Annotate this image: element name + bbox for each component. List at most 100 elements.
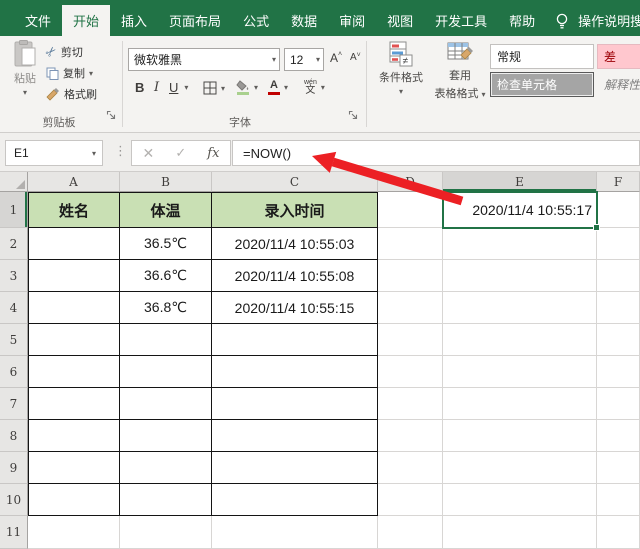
cell-D9[interactable] [378,452,443,484]
row-header-7[interactable]: 7 [0,388,28,420]
copy-button[interactable]: 复制 ▾ [46,65,93,81]
cell-E3[interactable] [443,260,597,292]
tab-开发工具[interactable]: 开发工具 [424,5,498,36]
cell-D5[interactable] [378,324,443,356]
cell-C7[interactable] [212,388,378,420]
column-header-A[interactable]: A [28,172,120,192]
cell-E2[interactable] [443,228,597,260]
font-name-combo[interactable]: 微软雅黑 ▾ [128,48,280,71]
cancel-icon[interactable]: ✕ [143,145,155,162]
cell-F5[interactable] [597,324,640,356]
enter-icon[interactable]: ✓ [175,145,186,161]
cell-E9[interactable] [443,452,597,484]
row-header-9[interactable]: 9 [0,452,28,484]
insert-function-icon[interactable]: fx [207,146,219,161]
cell-A8[interactable] [28,420,120,452]
cell-F6[interactable] [597,356,640,388]
row-header-5[interactable]: 5 [0,324,28,356]
cell-B8[interactable] [120,420,212,452]
cell-E11[interactable] [443,516,597,549]
cell-F11[interactable] [597,516,640,549]
cell-A2[interactable] [28,228,120,260]
cell-A6[interactable] [28,356,120,388]
cell-A7[interactable] [28,388,120,420]
cell-style-normal[interactable]: 常规 [490,44,594,69]
column-header-F[interactable]: F [597,172,640,192]
cell-B7[interactable] [120,388,212,420]
cell-E10[interactable] [443,484,597,516]
cell-F4[interactable] [597,292,640,324]
cell-E6[interactable] [443,356,597,388]
cell-C9[interactable] [212,452,378,484]
cell-B4[interactable]: 36.8℃ [120,292,212,324]
cell-C4[interactable]: 2020/11/4 10:55:15 [212,292,378,324]
cell-A4[interactable] [28,292,120,324]
cell-C3[interactable]: 2020/11/4 10:55:08 [212,260,378,292]
cell-B11[interactable] [120,516,212,549]
row-header-4[interactable]: 4 [0,292,28,324]
row-header-11[interactable]: 11 [0,516,28,549]
tab-插入[interactable]: 插入 [110,5,158,36]
increase-font-button[interactable]: A˄ [330,51,342,65]
cell-B1[interactable]: 体温 [120,192,212,228]
font-dialog-launcher-icon[interactable] [348,110,360,122]
formula-input[interactable]: =NOW() [232,140,640,166]
cell-B3[interactable]: 36.6℃ [120,260,212,292]
conditional-formatting-button[interactable]: ≠ 条件格式 ▾ [372,41,430,107]
cell-D1[interactable] [378,192,443,228]
cell-C1[interactable]: 录入时间 [212,192,378,228]
cell-F10[interactable] [597,484,640,516]
bold-button[interactable]: B [132,80,147,95]
cell-B6[interactable] [120,356,212,388]
row-header-2[interactable]: 2 [0,228,28,260]
cell-C5[interactable] [212,324,378,356]
tab-文件[interactable]: 文件 [14,5,62,36]
row-header-8[interactable]: 8 [0,420,28,452]
borders-button[interactable]: ▾ [203,81,225,95]
cut-button[interactable]: ✂ 剪切 [46,44,83,60]
cell-D7[interactable] [378,388,443,420]
cell-A10[interactable] [28,484,120,516]
font-color-button[interactable]: A ▾ [268,80,288,95]
cell-E7[interactable] [443,388,597,420]
cell-B9[interactable] [120,452,212,484]
phonetic-guide-button[interactable]: wén 文 ▾ [304,79,325,96]
cell-C11[interactable] [212,516,378,549]
cell-C8[interactable] [212,420,378,452]
italic-button[interactable]: I [151,80,162,95]
cell-D6[interactable] [378,356,443,388]
fill-color-button[interactable]: ▾ [236,80,258,95]
select-all-corner[interactable] [0,172,28,192]
cell-A3[interactable] [28,260,120,292]
cell-D3[interactable] [378,260,443,292]
cell-D8[interactable] [378,420,443,452]
column-header-D[interactable]: D [378,172,443,192]
row-header-1[interactable]: 1 [0,192,28,228]
cell-A1[interactable]: 姓名 [28,192,120,228]
cell-C6[interactable] [212,356,378,388]
cell-C2[interactable]: 2020/11/4 10:55:03 [212,228,378,260]
cell-D10[interactable] [378,484,443,516]
cell-A9[interactable] [28,452,120,484]
cell-F9[interactable] [597,452,640,484]
tab-公式[interactable]: 公式 [232,5,280,36]
row-header-6[interactable]: 6 [0,356,28,388]
cell-style-explanatory[interactable]: 解释性文字 [597,72,640,97]
cell-C10[interactable] [212,484,378,516]
cell-F3[interactable] [597,260,640,292]
cell-D11[interactable] [378,516,443,549]
cell-B2[interactable]: 36.5℃ [120,228,212,260]
tab-数据[interactable]: 数据 [280,5,328,36]
name-box[interactable]: E1 ▾ [5,140,103,166]
tab-视图[interactable]: 视图 [376,5,424,36]
column-header-C[interactable]: C [212,172,378,192]
column-header-B[interactable]: B [120,172,212,192]
cell-A5[interactable] [28,324,120,356]
column-header-E[interactable]: E [443,172,597,192]
format-painter-button[interactable]: 格式刷 [46,86,97,102]
tell-me-box[interactable]: 操作说明搜索 [546,5,640,36]
clipboard-dialog-launcher-icon[interactable] [106,110,118,122]
cell-A11[interactable] [28,516,120,549]
tab-审阅[interactable]: 审阅 [328,5,376,36]
cell-D2[interactable] [378,228,443,260]
